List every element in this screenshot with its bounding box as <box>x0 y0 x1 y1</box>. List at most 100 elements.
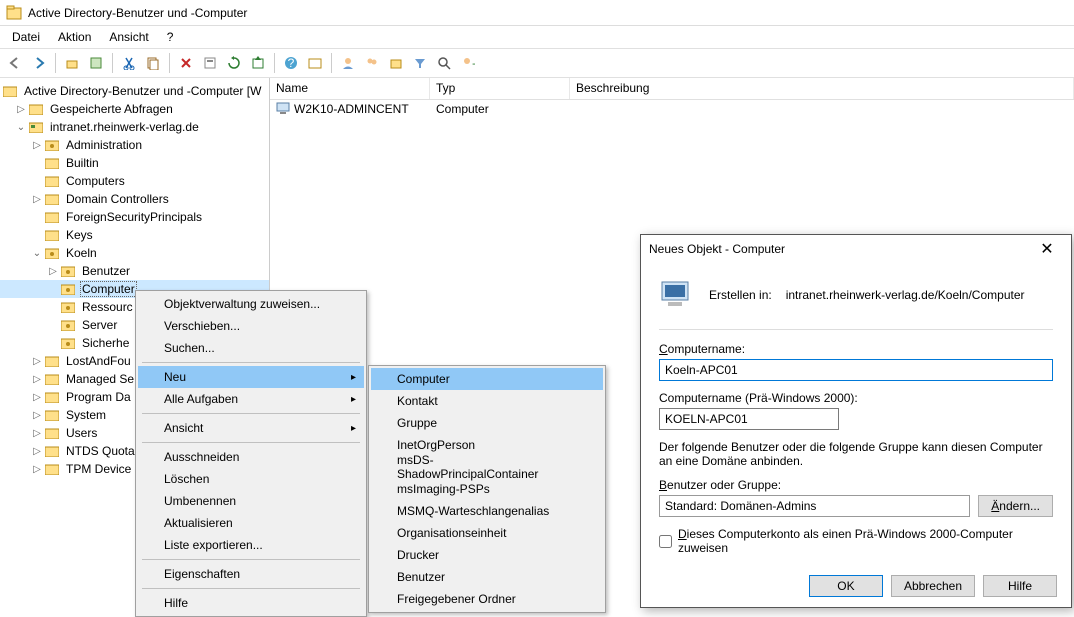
help-icon[interactable]: ? <box>280 52 302 74</box>
cm-new[interactable]: Neu▸ <box>138 366 364 388</box>
tree-saved-queries[interactable]: ▷ Gespeicherte Abfragen <box>0 100 269 118</box>
expand-icon[interactable]: ▷ <box>46 266 60 277</box>
prewin-checkbox[interactable] <box>659 535 672 548</box>
cm-new-msds-shadowprincipalcontainer[interactable]: msDS-ShadowPrincipalContainer <box>371 456 603 478</box>
expand-icon[interactable]: ▷ <box>30 356 44 367</box>
cm-properties[interactable]: Eigenschaften <box>138 563 364 585</box>
cm-new-drucker[interactable]: Drucker <box>371 544 603 566</box>
prewin-checkbox-row[interactable]: Dieses Computerkonto als einen Prä-Windo… <box>659 527 1053 555</box>
expand-icon[interactable]: ⌄ <box>30 248 44 259</box>
menu-help[interactable]: ? <box>159 28 182 46</box>
tree-node[interactable]: ⌄ Koeln <box>0 244 269 262</box>
col-name[interactable]: Name <box>270 78 430 99</box>
expand-icon[interactable]: ▷ <box>30 374 44 385</box>
cm-new-msmq-warteschlangenalias[interactable]: MSMQ-Warteschlangenalias <box>371 500 603 522</box>
cm-export[interactable]: Liste exportieren... <box>138 534 364 556</box>
delete-icon[interactable] <box>175 52 197 74</box>
help-button[interactable]: Hilfe <box>983 575 1057 597</box>
copy-icon[interactable] <box>142 52 164 74</box>
cell-name: W2K10-ADMINCENT <box>294 102 409 116</box>
cm-move[interactable]: Verschieben... <box>138 315 364 337</box>
tree-node[interactable]: ▷ Keys <box>0 226 269 244</box>
expand-icon[interactable]: ▷ <box>30 428 44 439</box>
ou-icon <box>44 246 60 260</box>
tree-domain[interactable]: ⌄ intranet.rheinwerk-verlag.de <box>0 118 269 136</box>
properties-icon[interactable] <box>199 52 221 74</box>
col-desc[interactable]: Beschreibung <box>570 78 1074 99</box>
cm-new-computer[interactable]: Computer <box>371 368 603 390</box>
computer-name-input[interactable] <box>659 359 1053 381</box>
cm-label: Ansicht <box>164 421 203 435</box>
cm-view[interactable]: Ansicht▸ <box>138 417 364 439</box>
props-icon[interactable] <box>85 52 107 74</box>
cm-search[interactable]: Suchen... <box>138 337 364 359</box>
cm-refresh[interactable]: Aktualisieren <box>138 512 364 534</box>
cm-rename[interactable]: Umbenennen <box>138 490 364 512</box>
ou-icon <box>60 336 76 350</box>
cm-new-organisationseinheit[interactable]: Organisationseinheit <box>371 522 603 544</box>
expand-icon[interactable]: ▷ <box>30 194 44 205</box>
refresh-icon[interactable] <box>223 52 245 74</box>
tree-node[interactable]: ▷ ForeignSecurityPrincipals <box>0 208 269 226</box>
menu-file[interactable]: Datei <box>4 28 48 46</box>
col-type[interactable]: Typ <box>430 78 570 99</box>
user-icon[interactable] <box>337 52 359 74</box>
list-row[interactable]: W2K10-ADMINCENT Computer <box>270 100 1074 118</box>
ok-button[interactable]: OK <box>809 575 883 597</box>
nav-fwd-icon[interactable] <box>28 52 50 74</box>
cm-separator <box>142 588 360 589</box>
cut-icon[interactable] <box>118 52 140 74</box>
collapse-icon[interactable]: ⌄ <box>14 122 28 133</box>
cm-delegate[interactable]: Objektverwaltung zuweisen... <box>138 293 364 315</box>
user-group-readonly: Standard: Domänen-Admins <box>659 495 970 517</box>
cm-new-benutzer[interactable]: Benutzer <box>371 566 603 588</box>
find-icon[interactable] <box>304 52 326 74</box>
search-icon[interactable] <box>433 52 455 74</box>
export-icon[interactable] <box>247 52 269 74</box>
cm-new-freigegebener-ordner[interactable]: Freigegebener Ordner <box>371 588 603 610</box>
tree-label: Server <box>80 318 119 332</box>
chevron-right-icon: ▸ <box>351 372 356 383</box>
add-user-icon[interactable]: + <box>457 52 479 74</box>
tree-label: Administration <box>64 138 144 152</box>
prewin-name-input[interactable] <box>659 408 839 430</box>
cm-new-msimaging-psps[interactable]: msImaging-PSPs <box>371 478 603 500</box>
ou-icon <box>60 264 76 278</box>
tree-label: Benutzer <box>80 264 132 278</box>
tree-node[interactable]: ▷ Builtin <box>0 154 269 172</box>
create-in-label: Erstellen in: <box>709 288 772 302</box>
tree-node[interactable]: ▷ Computers <box>0 172 269 190</box>
filter-icon[interactable] <box>409 52 431 74</box>
tree-root[interactable]: Active Directory-Benutzer und -Computer … <box>0 82 269 100</box>
menu-action[interactable]: Aktion <box>50 28 99 46</box>
cancel-button[interactable]: Abbrechen <box>891 575 975 597</box>
cm-new-gruppe[interactable]: Gruppe <box>371 412 603 434</box>
expand-icon[interactable]: ▷ <box>30 446 44 457</box>
tree-node[interactable]: ▷ Domain Controllers <box>0 190 269 208</box>
nav-back-icon[interactable] <box>4 52 26 74</box>
cm-delete[interactable]: Löschen <box>138 468 364 490</box>
dialog-title: Neues Objekt - Computer <box>649 242 785 256</box>
cm-cut[interactable]: Ausschneiden <box>138 446 364 468</box>
change-button[interactable]: Ändern... <box>978 495 1053 517</box>
expand-icon[interactable]: ▷ <box>30 410 44 421</box>
folder-icon <box>44 426 60 440</box>
expand-icon[interactable]: ▷ <box>30 464 44 475</box>
cm-separator <box>142 442 360 443</box>
tree-node[interactable]: ▷ Administration <box>0 136 269 154</box>
expand-icon[interactable]: ▷ <box>30 392 44 403</box>
expand-icon[interactable]: ▷ <box>30 140 44 151</box>
expand-icon[interactable]: ▷ <box>14 104 28 115</box>
cm-help[interactable]: Hilfe <box>138 592 364 614</box>
folder-icon <box>44 408 60 422</box>
ou-icon[interactable] <box>385 52 407 74</box>
list-header: Name Typ Beschreibung <box>270 78 1074 100</box>
cm-all-tasks[interactable]: Alle Aufgaben▸ <box>138 388 364 410</box>
cm-new-kontakt[interactable]: Kontakt <box>371 390 603 412</box>
folder-icon <box>44 390 60 404</box>
close-icon[interactable]: ✕ <box>1031 239 1063 259</box>
menu-view[interactable]: Ansicht <box>101 28 156 46</box>
group-icon[interactable] <box>361 52 383 74</box>
up-icon[interactable] <box>61 52 83 74</box>
tree-node[interactable]: ▷ Benutzer <box>0 262 269 280</box>
